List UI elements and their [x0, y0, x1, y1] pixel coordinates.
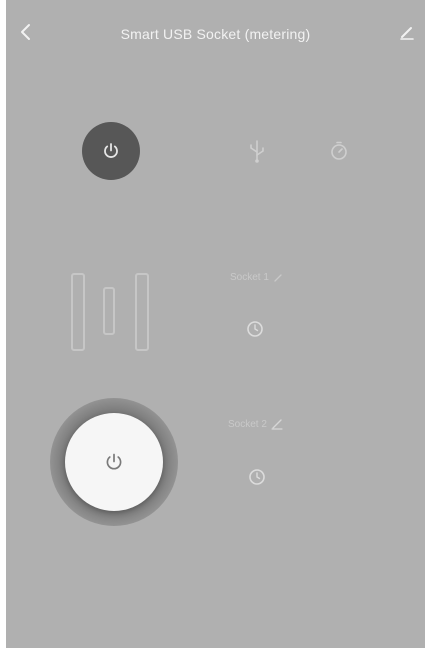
socket-2-label-row[interactable]: Socket 2 [228, 418, 283, 430]
main-power-button[interactable] [82, 122, 140, 180]
clock-icon [249, 469, 265, 485]
edit-name-button[interactable] [395, 20, 419, 44]
socket-1-timer-button[interactable] [244, 318, 266, 340]
page-title: Smart USB Socket (metering) [120, 26, 311, 42]
usb-toggle-button[interactable] [242, 134, 272, 168]
socket-2-label: Socket 2 [228, 418, 267, 430]
socket-2-timer-button[interactable] [246, 466, 268, 488]
usb-icon [250, 140, 264, 163]
socket-power-button[interactable] [65, 413, 163, 511]
device-screen: Smart USB Socket (metering) Socket 1 Soc… [6, 0, 425, 648]
socket-1-label: Socket 1 [230, 272, 269, 283]
back-button[interactable] [14, 20, 38, 44]
power-icon [104, 143, 118, 158]
header-bar: Smart USB Socket (metering) [6, 0, 425, 70]
timer-button[interactable] [324, 134, 354, 168]
pencil-icon [271, 419, 283, 430]
pencil-icon [274, 273, 282, 282]
power-icon [106, 453, 122, 470]
socket-outline-graphic [71, 273, 149, 351]
timer-icon [331, 141, 347, 160]
socket-power-ring [50, 398, 178, 526]
clock-icon [247, 321, 263, 337]
chevron-left-icon [21, 24, 30, 40]
pencil-icon [400, 27, 414, 40]
socket-1-label-row[interactable]: Socket 1 [230, 272, 283, 283]
